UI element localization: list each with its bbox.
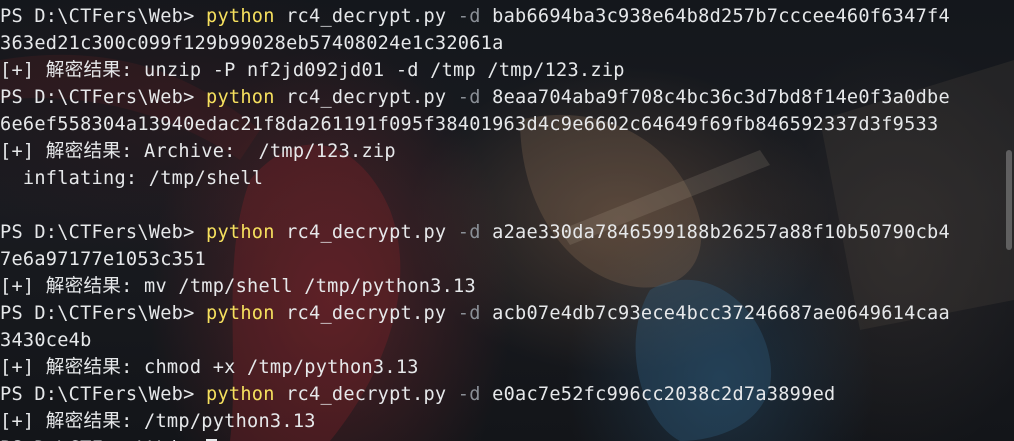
terminal-line: PS D:\CTFers\Web> python rc4_decrypt.py … — [0, 381, 1000, 408]
shell-prompt: PS D:\CTFers\Web> — [0, 384, 206, 405]
script-arg: rc4_decrypt.py — [274, 384, 458, 405]
output-text: 7e6a97177e1053c351 — [0, 249, 206, 270]
output-text: 3430ce4b — [0, 330, 92, 351]
result-value: /tmp/python3.13 — [144, 411, 316, 432]
terminal-line: 6e6ef558304a13940edac21f8da261191f095f38… — [0, 111, 1000, 138]
shell-prompt: PS D:\CTFers\Web> — [0, 222, 206, 243]
flag-arg: -d — [457, 303, 481, 324]
terminal-line: [+] 解密结果: Archive: /tmp/123.zip — [0, 138, 1000, 165]
flag-arg: -d — [457, 384, 481, 405]
result-label: [+] 解密结果: — [0, 60, 145, 81]
output-text: 6e6ef558304a13940edac21f8da261191f095f38… — [0, 114, 939, 135]
output-text: inflating: /tmp/shell — [0, 168, 264, 189]
hex-arg: acb07e4db7c93ece4bcc37246687ae0649614caa — [480, 303, 950, 324]
result-value: Archive: /tmp/123.zip — [144, 141, 396, 162]
terminal-output: PS D:\CTFers\Web> python rc4_decrypt.py … — [0, 3, 1000, 441]
hex-arg: 8eaa704aba9f708c4bc36c3d7bd8f14e0f3a0dbe — [480, 87, 950, 108]
result-value: mv /tmp/shell /tmp/python3.13 — [144, 276, 476, 297]
terminal-line: PS D:\CTFers\Web> python rc4_decrypt.py … — [0, 219, 1000, 246]
terminal-line: 363ed21c300c099f129b99028eb57408024e1c32… — [0, 30, 1000, 57]
terminal-line: [+] 解密结果: /tmp/python3.13 — [0, 408, 1000, 435]
hex-arg: bab6694ba3c938e64b8d257b7cccee460f6347f4 — [480, 6, 950, 27]
terminal-line: [+] 解密结果: unzip -P nf2jd092jd01 -d /tmp … — [0, 57, 1000, 84]
command-name: python — [206, 222, 275, 243]
result-value: chmod +x /tmp/python3.13 — [144, 357, 419, 378]
command-name: python — [206, 303, 275, 324]
result-label: [+] 解密结果: — [0, 411, 145, 432]
terminal-line: PS D:\CTFers\Web> python rc4_decrypt.py … — [0, 84, 1000, 111]
shell-prompt: PS D:\CTFers\Web> — [0, 87, 206, 108]
terminal-line: PS D:\CTFers\Web> python rc4_decrypt.py … — [0, 3, 1000, 30]
terminal-line: 7e6a97177e1053c351 — [0, 246, 1000, 273]
command-name: python — [206, 6, 275, 27]
result-label: [+] 解密结果: — [0, 357, 145, 378]
terminal-line: inflating: /tmp/shell — [0, 165, 1000, 192]
terminal-line: PS D:\CTFers\Web> python rc4_decrypt.py … — [0, 300, 1000, 327]
terminal-window[interactable]: PS D:\CTFers\Web> python rc4_decrypt.py … — [0, 0, 1014, 441]
script-arg: rc4_decrypt.py — [274, 303, 458, 324]
shell-prompt: PS D:\CTFers\Web> — [0, 303, 206, 324]
command-name: python — [206, 384, 275, 405]
scrollbar[interactable] — [1004, 0, 1014, 441]
shell-prompt: PS D:\CTFers\Web> — [0, 6, 206, 27]
hex-arg: e0ac7e52fc996cc2038c2d7a3899ed — [480, 384, 836, 405]
script-arg: rc4_decrypt.py — [274, 87, 458, 108]
terminal-line: 3430ce4b — [0, 327, 1000, 354]
hex-arg: a2ae330da7846599188b26257a88f10b50790cb4 — [480, 222, 950, 243]
terminal-line: [+] 解密结果: mv /tmp/shell /tmp/python3.13 — [0, 273, 1000, 300]
result-label: [+] 解密结果: — [0, 276, 145, 297]
command-name: python — [206, 87, 275, 108]
terminal-line: [+] 解密结果: chmod +x /tmp/python3.13 — [0, 354, 1000, 381]
scrollbar-thumb[interactable] — [1006, 150, 1012, 250]
result-label: [+] 解密结果: — [0, 141, 145, 162]
script-arg: rc4_decrypt.py — [274, 6, 458, 27]
flag-arg: -d — [457, 87, 481, 108]
script-arg: rc4_decrypt.py — [274, 222, 458, 243]
flag-arg: -d — [457, 6, 481, 27]
output-text: 363ed21c300c099f129b99028eb57408024e1c32… — [0, 33, 504, 54]
terminal-line: PS D:\CTFers\Web> — [0, 435, 1000, 441]
flag-arg: -d — [457, 222, 481, 243]
result-value: unzip -P nf2jd092jd01 -d /tmp /tmp/123.z… — [144, 60, 625, 81]
